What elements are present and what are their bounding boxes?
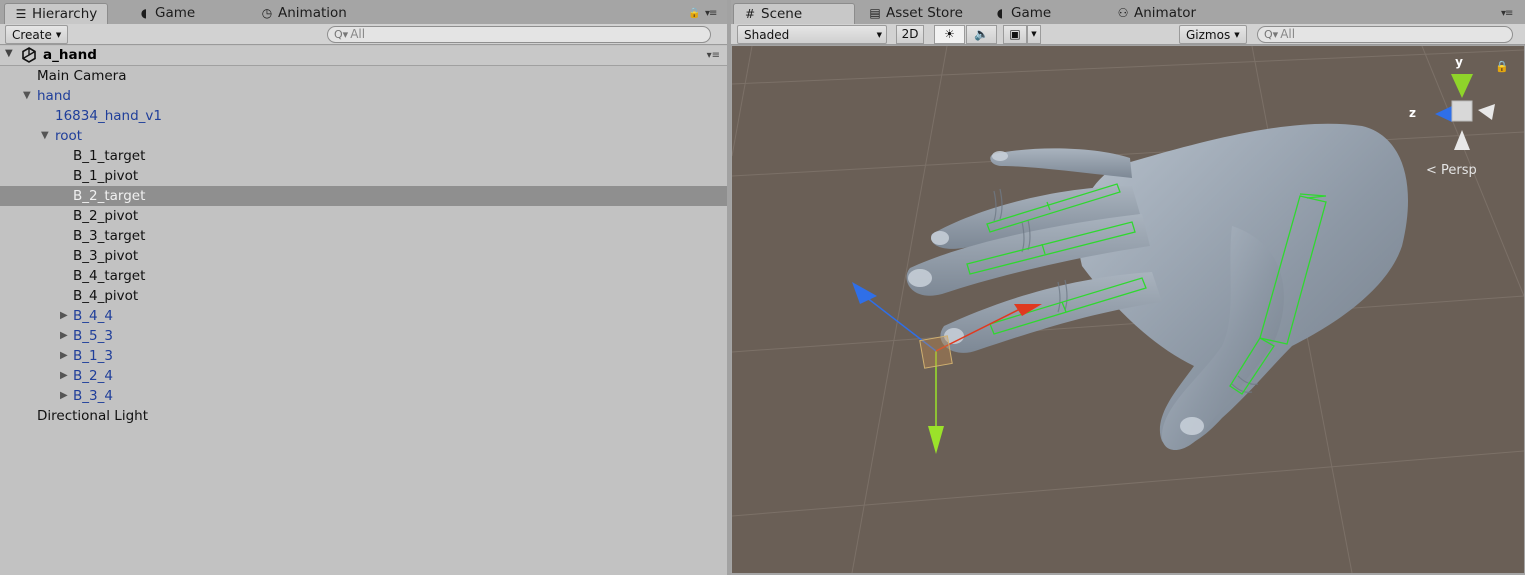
- tree-item-b4-pivot[interactable]: B_4_pivot: [0, 286, 727, 306]
- scene-root-row[interactable]: ▼ a_hand ▾≡: [0, 46, 727, 66]
- hierarchy-toolbar: Create ▼ Q▾ All: [0, 24, 727, 45]
- tab-asset-store[interactable]: ▤ Asset Store: [859, 3, 973, 24]
- panel-menu-icon[interactable]: ▾≡: [705, 8, 717, 19]
- y-axis-handle: [928, 426, 944, 454]
- tree-item-b2-4[interactable]: ▶ B_2_4: [0, 366, 727, 386]
- dropdown-caret-icon: ▼: [876, 31, 882, 39]
- tree-item-b1-target[interactable]: B_1_target: [0, 146, 727, 166]
- scene-toolbar: Shaded ▼ 2D ☀ 🔈 ▣ ▼ Gizmos ▼ Q▾ All: [731, 24, 1525, 45]
- tree-item-b1-pivot[interactable]: B_1_pivot: [0, 166, 727, 186]
- hand-model[interactable]: [906, 123, 1409, 450]
- collapsed-arrow-icon[interactable]: ▶: [60, 386, 68, 406]
- lighting-toggle[interactable]: ☀: [934, 25, 965, 44]
- dropdown-caret-icon: ▼: [1234, 31, 1240, 39]
- tree-item-hand[interactable]: ▼ hand: [0, 86, 727, 106]
- effects-dropdown[interactable]: ▼: [1027, 25, 1041, 44]
- clock-icon: ◷: [261, 6, 273, 20]
- tab-game-scene[interactable]: ◖ Game: [984, 3, 1061, 24]
- pacman-icon: ◖: [140, 6, 148, 20]
- chevron-left-icon: <: [1426, 163, 1437, 178]
- animator-icon: ⚇: [1117, 6, 1129, 20]
- gizmos-dropdown[interactable]: Gizmos ▼: [1179, 25, 1247, 44]
- center-handle: [919, 335, 953, 369]
- scene-search-input[interactable]: Q▾ All: [1257, 26, 1513, 43]
- hierarchy-search-input[interactable]: Q▾ All: [327, 26, 711, 43]
- projection-toggle[interactable]: < Persp: [1426, 163, 1477, 178]
- tree-item-b3-pivot[interactable]: B_3_pivot: [0, 246, 727, 266]
- tree-item-hand-mesh[interactable]: 16834_hand_v1: [0, 106, 727, 126]
- scene-lock-icon[interactable]: 🔒: [1495, 60, 1509, 73]
- pacman-icon: ◖: [996, 6, 1004, 20]
- unity-logo-icon: [20, 46, 38, 68]
- gizmo-z-label: z: [1409, 106, 1416, 120]
- gizmo-y-cone: [1451, 74, 1473, 98]
- search-icon: Q▾: [1264, 28, 1279, 41]
- collapsed-arrow-icon[interactable]: ▶: [60, 366, 68, 386]
- tree-item-b1-3[interactable]: ▶ B_1_3: [0, 346, 727, 366]
- tree-item-b5-3[interactable]: ▶ B_5_3: [0, 326, 727, 346]
- tree-item-directional-light[interactable]: Directional Light: [0, 406, 727, 426]
- collapsed-arrow-icon[interactable]: ▶: [60, 306, 68, 326]
- tab-game[interactable]: ◖ Game: [128, 3, 205, 24]
- dropdown-caret-icon: ▼: [1031, 30, 1037, 38]
- expand-arrow-icon[interactable]: ▼: [5, 48, 13, 59]
- scene-tabbar: # Scene ▤ Asset Store ◖ Game ⚇ Animator ▾≡: [731, 0, 1525, 24]
- grid-icon: #: [744, 7, 756, 21]
- tab-scene[interactable]: # Scene: [733, 3, 855, 24]
- tree-item-b2-target[interactable]: B_2_target: [0, 186, 727, 206]
- tree-item-b3-target[interactable]: B_3_target: [0, 226, 727, 246]
- tab-animation[interactable]: ◷ Animation: [251, 3, 357, 24]
- speaker-icon: 🔈: [974, 27, 989, 41]
- scene-panel: # Scene ▤ Asset Store ◖ Game ⚇ Animator ▾≡ S…: [731, 0, 1525, 575]
- orientation-gizmo[interactable]: [1435, 74, 1495, 150]
- gizmo-x-cone: [1478, 104, 1495, 120]
- gizmo-neg-y-cone: [1454, 130, 1470, 150]
- hierarchy-panel: ☰ Hierarchy ◖ Game ◷ Animation 🔒 ▾≡ Create ▼…: [0, 0, 727, 575]
- tree-item-b3-4[interactable]: ▶ B_3_4: [0, 386, 727, 406]
- scene-name: a_hand: [43, 47, 97, 63]
- gizmo-y-label: y: [1455, 55, 1463, 69]
- audio-toggle[interactable]: 🔈: [966, 25, 997, 44]
- expand-arrow-icon[interactable]: ▼: [41, 126, 49, 146]
- shading-mode-dropdown[interactable]: Shaded ▼: [737, 25, 887, 44]
- scene-canvas[interactable]: [732, 46, 1524, 573]
- panel-menu-icon[interactable]: ▾≡: [1501, 8, 1513, 19]
- collapsed-arrow-icon[interactable]: ▶: [60, 346, 68, 366]
- create-button[interactable]: Create ▼: [5, 25, 69, 44]
- mode-2d-toggle[interactable]: 2D: [896, 25, 924, 44]
- store-icon: ▤: [869, 6, 881, 20]
- tree-item-b4-4[interactable]: ▶ B_4_4: [0, 306, 727, 326]
- tree-item-root[interactable]: ▼ root: [0, 126, 727, 146]
- tab-animator[interactable]: ⚇ Animator: [1107, 3, 1206, 24]
- scene-viewport[interactable]: y z 🔒 < Persp: [732, 46, 1524, 573]
- lock-icon[interactable]: 🔒: [688, 8, 700, 19]
- collapsed-arrow-icon[interactable]: ▶: [60, 326, 68, 346]
- sun-icon: ☀: [944, 27, 955, 41]
- search-icon: Q▾: [334, 28, 349, 41]
- image-icon: ▣: [1009, 27, 1021, 41]
- tree-item-b2-pivot[interactable]: B_2_pivot: [0, 206, 727, 226]
- effects-toggle[interactable]: ▣: [1003, 25, 1027, 44]
- tree-item-b4-target[interactable]: B_4_target: [0, 266, 727, 286]
- gizmo-z-cone: [1435, 106, 1452, 122]
- expand-arrow-icon[interactable]: ▼: [23, 86, 31, 106]
- dropdown-caret-icon: ▼: [55, 31, 62, 39]
- list-icon: ☰: [15, 7, 27, 21]
- tree-item-main-camera[interactable]: Main Camera: [0, 66, 727, 86]
- tab-hierarchy[interactable]: ☰ Hierarchy: [4, 3, 109, 24]
- z-axis-handle: [852, 282, 877, 304]
- scene-menu-icon[interactable]: ▾≡: [707, 50, 720, 61]
- hierarchy-tabbar: ☰ Hierarchy ◖ Game ◷ Animation 🔒 ▾≡: [0, 0, 727, 24]
